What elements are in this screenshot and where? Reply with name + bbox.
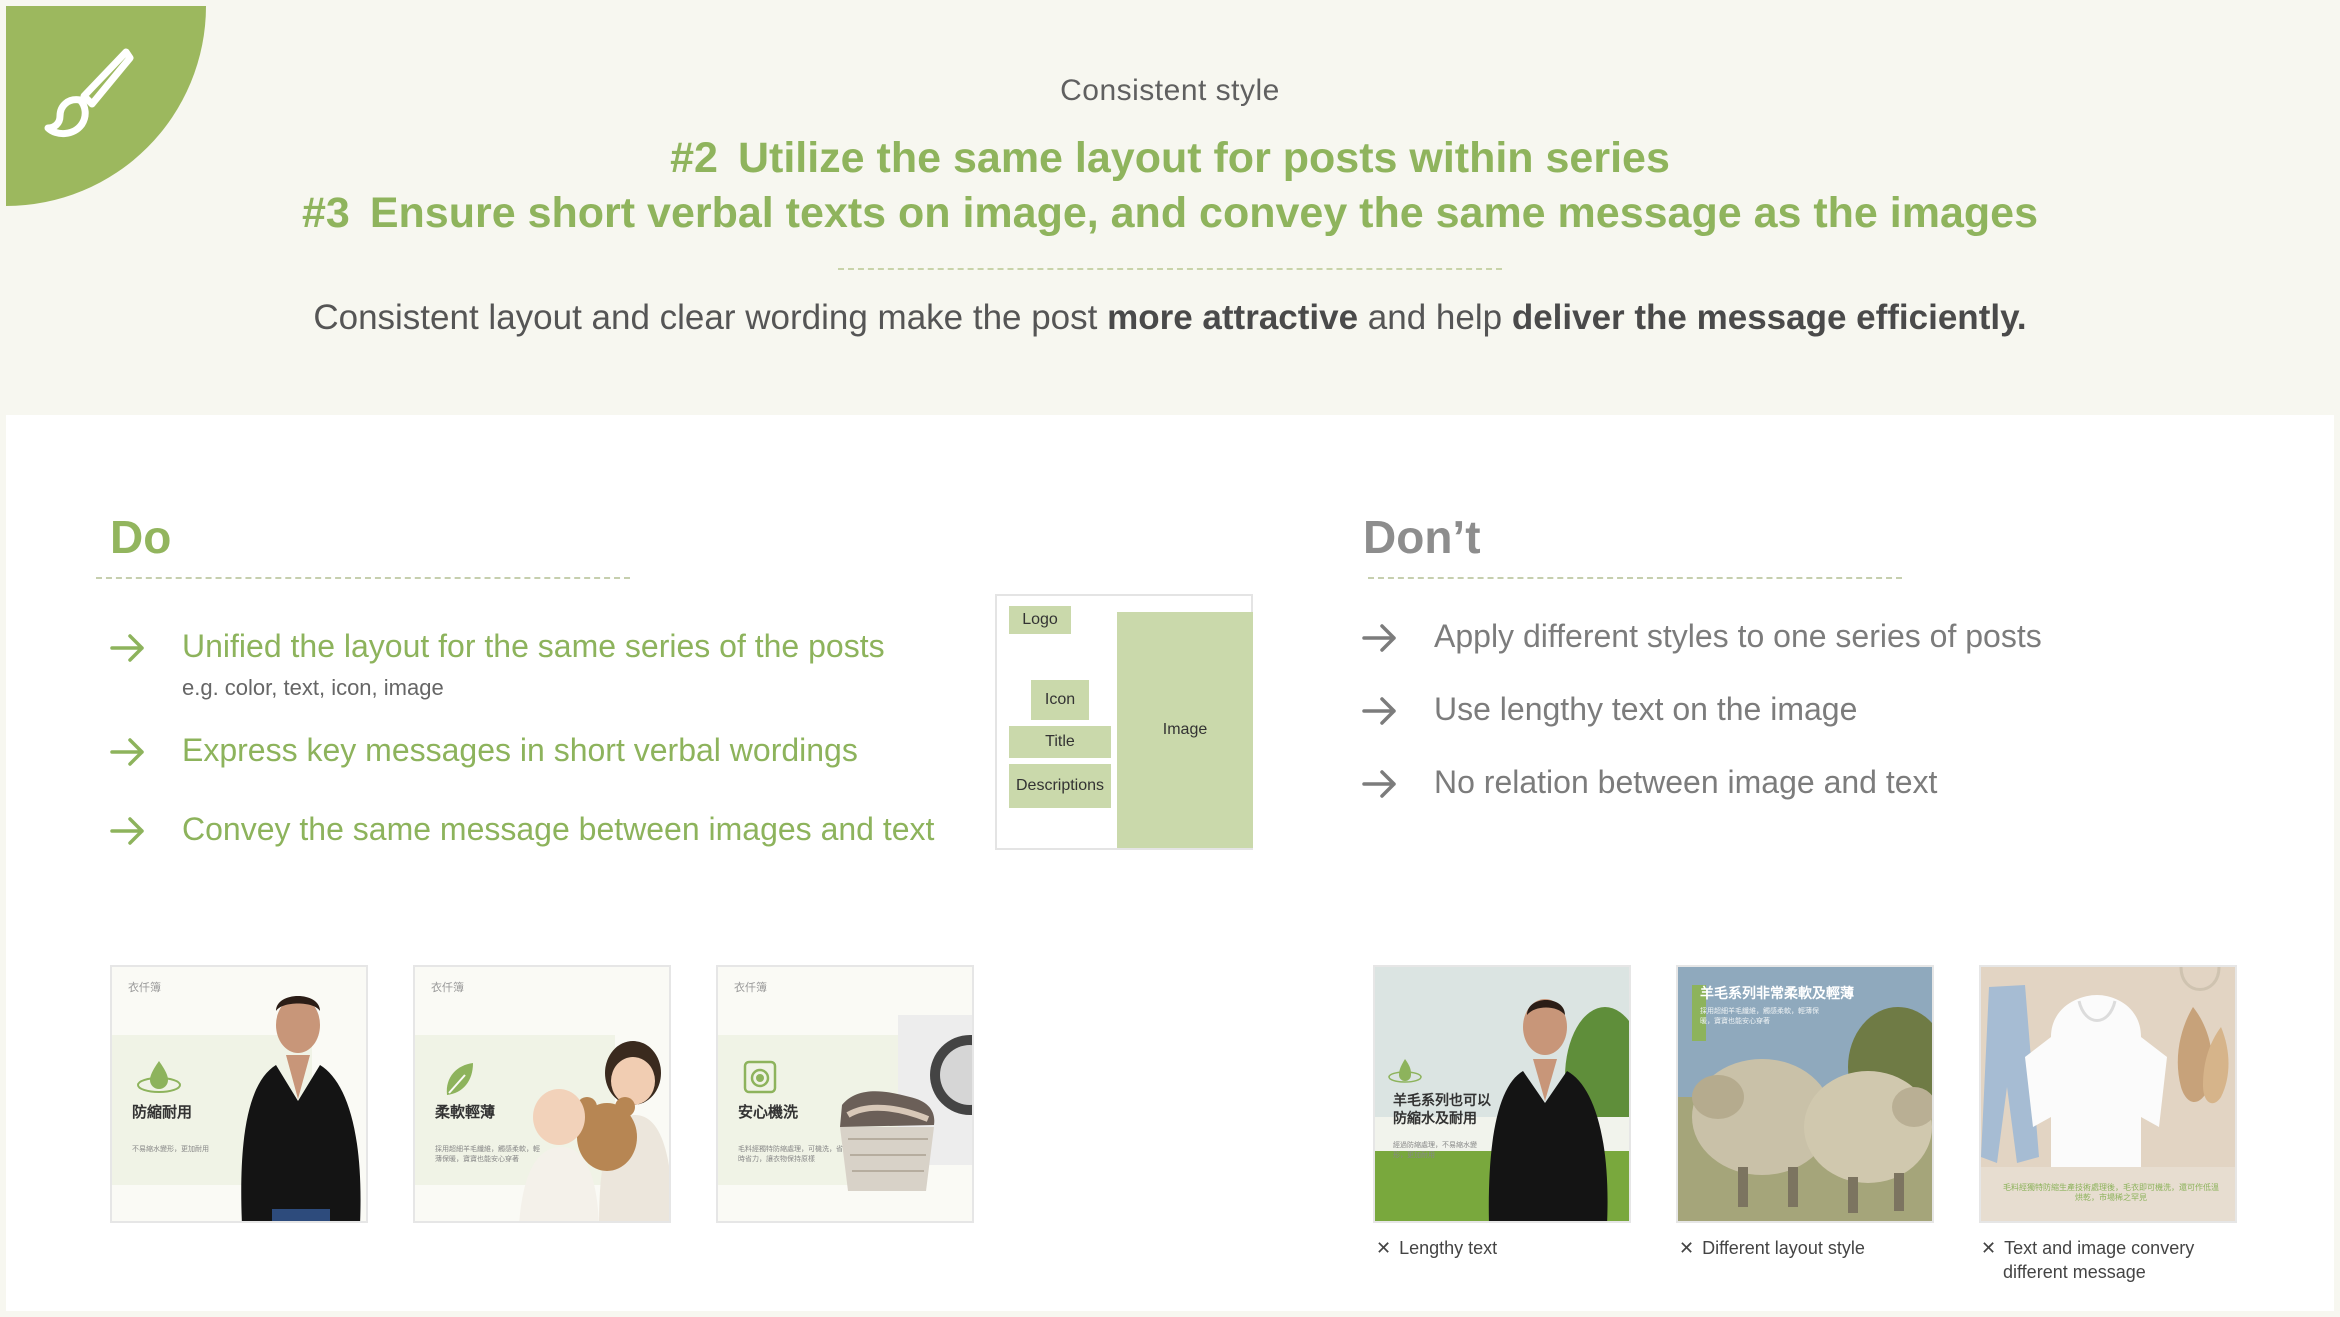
dont-thumbnail-3: 毛料經獨特防縮生產技術處理後，毛衣即可機洗，還可作低溫烘乾，市場稀之罕見 xyxy=(1979,965,2237,1223)
heading-2-number: #2 xyxy=(670,134,718,182)
do-item-1-sub: e.g. color, text, icon, image xyxy=(182,675,444,700)
lead-sentence: Consistent layout and clear wording make… xyxy=(0,298,2340,338)
man-in-sweater-image xyxy=(241,996,361,1221)
lead-bold-1: more attractive xyxy=(1107,298,1359,337)
do-item-1-text: Unified the layout for the same series o… xyxy=(182,628,885,664)
caption-text: Lengthy text xyxy=(1399,1238,1498,1258)
dont-thumbnail-2: 羊毛系列非常柔軟及輕薄 採用超細羊毛纖維，觸感柔軟，輕薄保暖，寶寶也能安心穿著 xyxy=(1676,965,1934,1223)
water-drop-icon xyxy=(137,1061,181,1093)
arrow-right-icon xyxy=(110,817,144,845)
schema-title: Title xyxy=(1009,726,1111,758)
dont-item-3-text: No relation between image and text xyxy=(1434,764,1938,800)
do-divider xyxy=(96,577,630,579)
heading-2-text: Utilize the same layout for posts within… xyxy=(737,134,1670,182)
schema-descriptions: Descriptions xyxy=(1009,764,1111,808)
lead-mid: and help xyxy=(1358,298,1512,337)
baby-and-bear-image xyxy=(519,1041,669,1221)
dont-thumbnail-1: 羊毛系列也可以防縮水及耐用 經過防縮處理，不易縮水變形，更加耐用 xyxy=(1373,965,1631,1223)
dont-item-2-text: Use lengthy text on the image xyxy=(1434,691,1858,727)
thumb-heading: 柔軟輕薄 xyxy=(435,1104,496,1121)
dont-item-2: Use lengthy text on the image xyxy=(1360,691,1857,731)
heading-3: #3 Ensure short verbal texts on image, an… xyxy=(0,189,2340,238)
brand-logo: 衣仟簿 xyxy=(734,982,767,994)
thumb-heading: 羊毛系列也可以防縮水及耐用 xyxy=(1393,1092,1491,1126)
close-icon: ✕ xyxy=(1376,1238,1392,1258)
header-divider xyxy=(838,268,1502,270)
schema-logo: Logo xyxy=(1009,606,1071,634)
layout-schema: Logo Icon Title Descriptions Image xyxy=(995,594,1253,850)
thumb-subtext: 採用超細羊毛纖維，觸感柔軟，輕薄保暖，寶寶也能安心穿著 xyxy=(1700,1008,1819,1025)
do-item-2: Express key messages in short verbal wor… xyxy=(108,732,858,772)
do-title: Do xyxy=(110,511,172,563)
leaf-icon xyxy=(446,1063,473,1095)
close-icon: ✕ xyxy=(1981,1238,1997,1258)
caption-lengthy-text: ✕ Lengthy text xyxy=(1376,1236,1497,1260)
heading-3-number: #3 xyxy=(302,189,350,237)
arrow-right-icon xyxy=(110,634,144,662)
hoodie-and-jeans-image xyxy=(1981,967,2235,1167)
do-item-3: Convey the same message between images a… xyxy=(108,811,934,851)
caption-different-layout: ✕ Different layout style xyxy=(1679,1236,1865,1260)
dont-item-1-text: Apply different styles to one series of … xyxy=(1434,618,2042,654)
arrow-right-icon xyxy=(1362,770,1396,798)
do-item-3-text: Convey the same message between images a… xyxy=(182,811,935,847)
arrow-right-icon xyxy=(1362,624,1396,652)
thumb-heading: 羊毛系列非常柔軟及輕薄 xyxy=(1700,985,1854,1001)
lead-pre: Consistent layout and clear wording make… xyxy=(313,298,1108,337)
eyebrow-label: Consistent style xyxy=(1060,74,1280,107)
dont-divider xyxy=(1368,577,1902,579)
caption-text-2: different message xyxy=(2003,1262,2146,1282)
do-item-1: Unified the layout for the same series o… xyxy=(108,628,885,701)
do-thumbnail-3: 衣仟簿 安心機洗 毛料經獨特防縮處理，可機洗，省時省力，讓衣物保持原樣 xyxy=(716,965,974,1223)
dont-item-3: No relation between image and text xyxy=(1360,764,1937,804)
do-item-2-text: Express key messages in short verbal wor… xyxy=(182,732,858,768)
schema-image: Image xyxy=(1117,612,1253,848)
heading-2: #2 Utilize the same layout for posts with… xyxy=(0,134,2340,183)
washing-machine-icon xyxy=(743,1060,777,1094)
arrow-right-icon xyxy=(1362,697,1396,725)
brand-logo: 衣仟簿 xyxy=(431,982,464,994)
arrow-right-icon xyxy=(110,738,144,766)
thumb-subtext: 不易縮水變形，更加耐用 xyxy=(132,1146,209,1153)
do-thumbnail-2: 衣仟簿 柔軟輕薄 採用超細羊毛纖維，觸感柔軟，輕薄保暖，寶寶也能安心穿著 xyxy=(413,965,671,1223)
caption-text: Different layout style xyxy=(1702,1238,1865,1258)
close-icon: ✕ xyxy=(1679,1238,1695,1258)
thumb-heading: 防縮耐用 xyxy=(132,1104,193,1121)
laundry-basket-image xyxy=(840,1015,972,1191)
do-thumbnail-1: 衣仟簿 防縮耐用 不易縮水變形，更加耐用 xyxy=(110,965,368,1223)
thumb-heading: 安心機洗 xyxy=(738,1104,799,1121)
brand-logo: 衣仟簿 xyxy=(128,982,161,994)
dont-title: Don’t xyxy=(1363,511,1481,563)
sheep-image xyxy=(1678,967,1932,1221)
thumb-subtext: 毛料經獨特防縮生產技術處理後，毛衣即可機洗，還可作低溫烘乾，市場稀之罕見 xyxy=(2003,1183,2219,1202)
caption-text-1: Text and image convery xyxy=(2004,1238,2195,1258)
header: Consistent style #2 Utilize the same layo… xyxy=(0,0,2340,415)
lead-bold-2: deliver the message efficiently. xyxy=(1511,298,2027,337)
caption-different-message: ✕ Text and image convery different messag… xyxy=(1981,1236,2194,1284)
dont-item-1: Apply different styles to one series of … xyxy=(1360,618,2042,658)
heading-3-text: Ensure short verbal texts on image, and … xyxy=(369,189,2038,237)
schema-icon: Icon xyxy=(1031,680,1089,720)
thumb-subtext: 經過防縮處理，不易縮水變形，更加耐用 xyxy=(1393,1142,1477,1159)
